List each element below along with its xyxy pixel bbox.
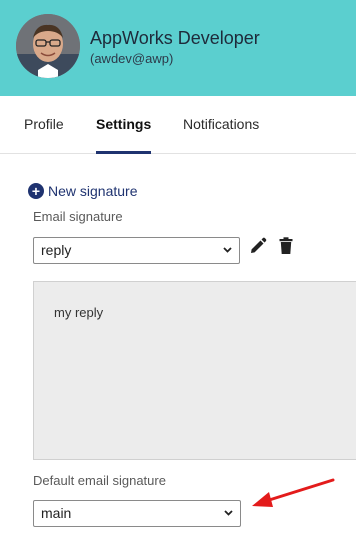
avatar <box>16 14 80 78</box>
email-signature-value: reply <box>41 242 72 258</box>
user-handle: (awdev@awp) <box>90 51 174 66</box>
trash-icon[interactable] <box>279 237 293 255</box>
tab-bar: Profile Settings Notifications <box>0 96 356 154</box>
new-signature-label: New signature <box>48 183 138 199</box>
tab-notifications[interactable]: Notifications <box>183 96 259 154</box>
signature-editor[interactable]: my reply <box>33 281 356 460</box>
chevron-down-icon <box>223 247 232 253</box>
default-signature-select[interactable]: main <box>33 500 241 527</box>
plus-circle-icon: + <box>28 183 44 199</box>
tab-profile[interactable]: Profile <box>24 96 64 154</box>
email-signature-label: Email signature <box>33 209 123 224</box>
default-signature-value: main <box>41 505 72 521</box>
tab-settings[interactable]: Settings <box>96 96 152 154</box>
profile-header: AppWorks Developer (awdev@awp) <box>0 0 356 96</box>
email-signature-select[interactable]: reply <box>33 237 240 264</box>
signature-text: my reply <box>54 305 104 320</box>
user-name: AppWorks Developer <box>90 28 260 48</box>
new-signature-link[interactable]: + New signature <box>28 182 138 200</box>
pencil-icon[interactable] <box>249 237 267 255</box>
default-signature-label: Default email signature <box>33 473 166 488</box>
red-arrow-icon <box>252 478 335 507</box>
chevron-down-icon <box>224 510 233 516</box>
